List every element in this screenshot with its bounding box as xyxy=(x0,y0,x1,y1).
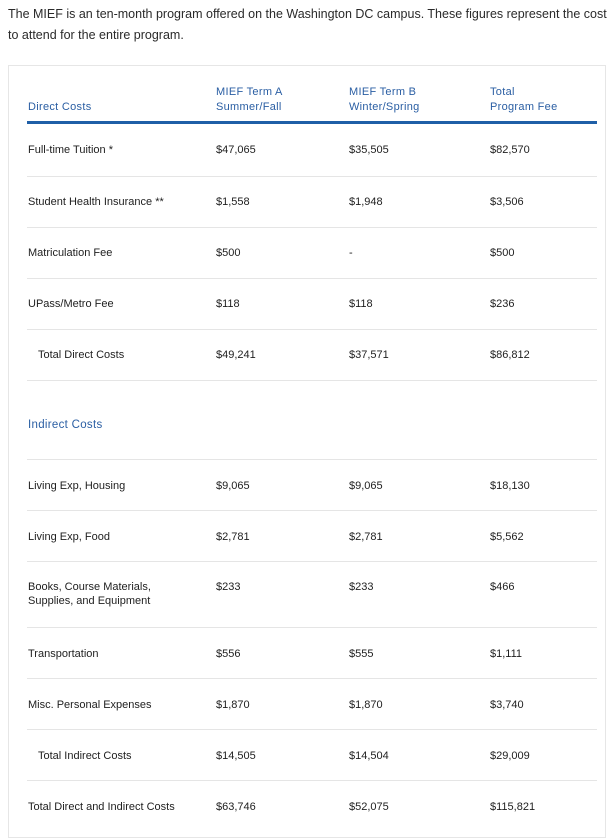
row-divider xyxy=(27,561,597,562)
row-divider xyxy=(27,176,597,177)
grand-total-label: Total Direct and Indirect Costs xyxy=(28,801,175,813)
row-divider xyxy=(27,227,597,228)
row-divider xyxy=(27,780,597,781)
row-divider xyxy=(27,729,597,730)
row-term-b: $233 xyxy=(349,581,374,593)
row-total: $466 xyxy=(490,581,515,593)
header-term-b: MIEF Term B Winter/Spring xyxy=(349,86,420,113)
row-label: Misc. Personal Expenses xyxy=(28,699,152,711)
indirect-costs-heading: Indirect Costs xyxy=(28,419,103,431)
row-label: Student Health Insurance ** xyxy=(28,196,164,208)
total-direct-term-a: $49,241 xyxy=(216,349,256,361)
row-term-a: $556 xyxy=(216,648,241,660)
row-term-a: $1,558 xyxy=(216,196,250,208)
row-total: $1,111 xyxy=(490,648,523,660)
row-term-a: $500 xyxy=(216,247,241,259)
row-total: $3,740 xyxy=(490,699,524,711)
row-label: Books, Course Materials, Supplies, and E… xyxy=(28,581,151,607)
row-label: Living Exp, Housing xyxy=(28,480,126,492)
row-divider xyxy=(27,329,597,330)
header-direct-costs: Direct Costs xyxy=(28,101,92,113)
row-term-a: $2,781 xyxy=(216,531,250,543)
row-term-a: $9,065 xyxy=(216,480,250,492)
grand-total-term-b: $52,075 xyxy=(349,801,389,813)
row-total: $18,130 xyxy=(490,480,530,492)
row-term-b: - xyxy=(349,247,353,259)
grand-total-total: $115,821 xyxy=(490,801,536,813)
total-indirect-total: $29,009 xyxy=(490,750,530,762)
row-label: Living Exp, Food xyxy=(28,531,110,543)
row-term-b: $9,065 xyxy=(349,480,383,492)
row-label: Transportation xyxy=(28,648,99,660)
row-divider xyxy=(27,278,597,279)
total-indirect-term-a: $14,505 xyxy=(216,750,256,762)
cost-table: Direct Costs MIEF Term A Summer/Fall MIE… xyxy=(8,65,606,838)
row-total: $236 xyxy=(490,298,515,310)
header-total: Total Program Fee xyxy=(490,86,558,113)
total-indirect-term-b: $14,504 xyxy=(349,750,389,762)
row-total: $5,562 xyxy=(490,531,524,543)
total-direct-label: Total Direct Costs xyxy=(38,349,125,361)
row-total: $82,570 xyxy=(490,144,530,156)
total-indirect-label: Total Indirect Costs xyxy=(38,750,132,762)
row-term-a: $47,065 xyxy=(216,144,256,156)
row-term-a: $1,870 xyxy=(216,699,250,711)
header-term-a: MIEF Term A Summer/Fall xyxy=(216,86,283,113)
row-term-a: $233 xyxy=(216,581,241,593)
row-term-a: $118 xyxy=(216,298,240,310)
header-underline xyxy=(27,121,597,124)
row-divider xyxy=(27,510,597,511)
row-total: $3,506 xyxy=(490,196,524,208)
grand-total-term-a: $63,746 xyxy=(216,801,256,813)
intro-text: The MIEF is an ten-month program offered… xyxy=(8,7,607,42)
row-divider xyxy=(27,459,597,460)
row-divider xyxy=(27,380,597,381)
row-total: $500 xyxy=(490,247,515,259)
row-term-b: $1,870 xyxy=(349,699,383,711)
row-term-b: $1,948 xyxy=(349,196,383,208)
row-term-b: $555 xyxy=(349,648,374,660)
row-label: UPass/Metro Fee xyxy=(28,298,114,310)
row-label: Full-time Tuition * xyxy=(28,144,113,156)
row-term-b: $35,505 xyxy=(349,144,389,156)
row-label: Matriculation Fee xyxy=(28,247,113,259)
row-divider xyxy=(27,678,597,679)
row-term-b: $118 xyxy=(349,298,373,310)
row-term-b: $2,781 xyxy=(349,531,383,543)
total-direct-total: $86,812 xyxy=(490,349,530,361)
total-direct-term-b: $37,571 xyxy=(349,349,389,361)
row-divider xyxy=(27,627,597,628)
